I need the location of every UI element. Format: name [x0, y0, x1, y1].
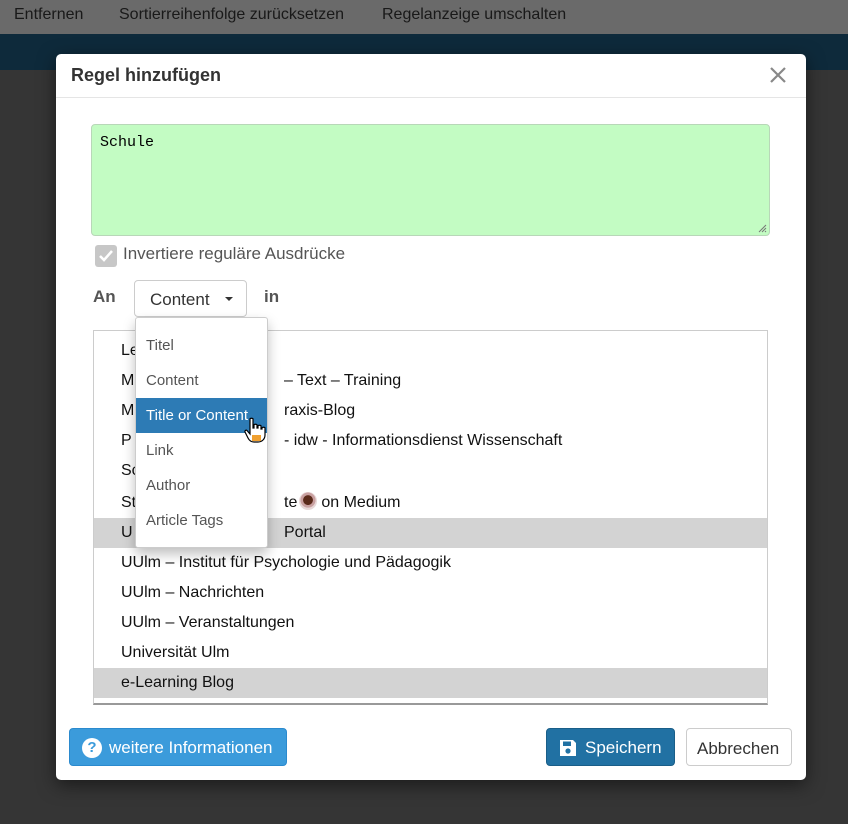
feed-row[interactable]: UUlm – Veranstaltungen [94, 608, 767, 638]
in-label: in [264, 287, 280, 306]
invert-regex-checkbox[interactable] [95, 245, 117, 267]
close-icon[interactable] [768, 64, 788, 86]
save-button[interactable]: Speichern [546, 728, 675, 766]
save-label: Speichern [585, 738, 662, 757]
more-info-label: weitere Informationen [109, 738, 273, 757]
regex-value: Schule [100, 134, 155, 151]
field-dropdown-menu: Titel Content Title or Content Link Auth… [135, 317, 268, 548]
an-label: An [93, 287, 116, 306]
add-rule-dialog: Regel hinzufügen Schule Invertiere regul… [56, 54, 806, 780]
dialog-header: Regel hinzufügen [56, 54, 806, 98]
caret-down-icon [225, 297, 233, 301]
cancel-button[interactable]: Abbrechen [686, 728, 792, 766]
option-article-tags[interactable]: Article Tags [136, 503, 267, 538]
invert-regex-label: Invertiere reguläre Ausdrücke [123, 244, 346, 263]
cancel-label: Abbrechen [697, 739, 780, 758]
save-icon [560, 740, 576, 756]
feed-row[interactable]: UUlm – Institut für Psychologie und Päda… [94, 548, 767, 578]
option-titel[interactable]: Titel [136, 328, 267, 363]
resize-grip-icon[interactable] [757, 223, 767, 233]
regex-textarea[interactable]: Schule [91, 124, 770, 236]
feed-row[interactable]: UUlm – Nachrichten [94, 578, 767, 608]
option-content[interactable]: Content [136, 363, 267, 398]
option-author[interactable]: Author [136, 468, 267, 503]
feed-row[interactable]: Universität Ulm [94, 638, 767, 668]
coffee-icon [299, 492, 318, 510]
field-select[interactable]: Content [134, 280, 247, 317]
question-icon: ? [82, 738, 102, 758]
checkmark-icon [99, 250, 113, 262]
dialog-title: Regel hinzufügen [71, 65, 221, 85]
field-select-value: Content [150, 290, 210, 309]
more-info-button[interactable]: ? weitere Informationen [69, 728, 287, 766]
hand-cursor-icon [244, 417, 266, 443]
feed-row[interactable]: e-Learning Blog [94, 668, 767, 698]
